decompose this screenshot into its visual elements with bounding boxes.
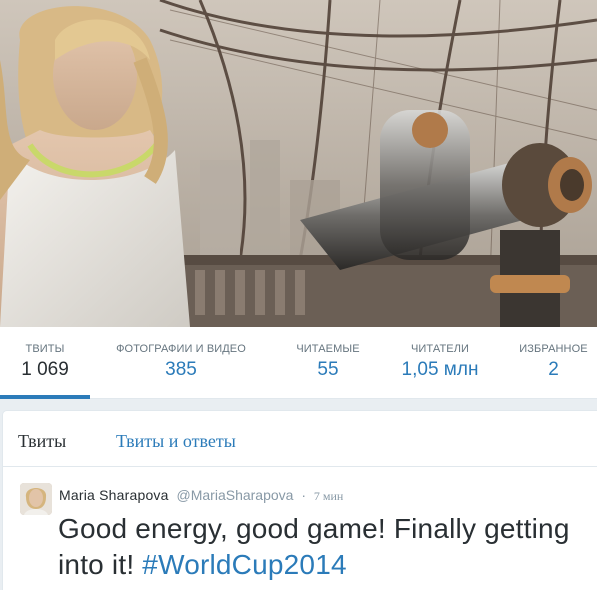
tab-tweets-and-replies[interactable]: Твиты и ответы — [116, 431, 236, 452]
tweet-item[interactable]: Maria Sharapova @MariaSharapova · 7 мин … — [3, 467, 597, 590]
tweet-author-name[interactable]: Maria Sharapova — [59, 487, 169, 503]
avatar[interactable] — [20, 483, 52, 515]
stat-label: ЧИТАЕМЫЕ — [296, 343, 360, 355]
tweet-author-handle[interactable]: @MariaSharapova — [177, 487, 294, 503]
tab-tweets[interactable]: Твиты — [18, 431, 66, 452]
stat-photos-videos[interactable]: ФОТОГРАФИИ И ВИДЕО 385 — [100, 327, 262, 399]
stat-label: ФОТОГРАФИИ И ВИДЕО — [116, 343, 246, 355]
stat-value: 1 069 — [21, 359, 69, 380]
tweet-separator: · — [301, 487, 307, 503]
timeline-card: Твиты Твиты и ответы Maria Sharapova @Ma… — [2, 410, 597, 590]
timeline-tabs: Твиты Твиты и ответы — [3, 411, 597, 467]
tweet-timestamp[interactable]: 7 мин — [314, 489, 343, 503]
stat-following[interactable]: ЧИТАЕМЫЕ 55 — [282, 327, 374, 399]
stat-value: 385 — [165, 359, 197, 380]
tweet-header: Maria Sharapova @MariaSharapova · 7 мин — [59, 487, 343, 504]
stat-value: 55 — [317, 359, 339, 380]
tweet-hashtag[interactable]: #WorldCup2014 — [142, 549, 346, 580]
stat-tweets[interactable]: ТВИТЫ 1 069 — [0, 327, 90, 399]
profile-header-photo — [0, 0, 597, 327]
active-tab-indicator — [0, 395, 90, 399]
stat-label: ТВИТЫ — [25, 343, 65, 355]
profile-stats-bar: ТВИТЫ 1 069 ФОТОГРАФИИ И ВИДЕО 385 ЧИТАЕ… — [0, 327, 597, 399]
stat-label: ЧИТАТЕЛИ — [410, 343, 470, 355]
stat-label: ИЗБРАННОЕ — [519, 343, 588, 355]
stat-value: 2 — [548, 359, 559, 380]
stat-value: 1,05 млн — [401, 359, 479, 380]
stat-favorites[interactable]: ИЗБРАННОЕ 2 — [510, 327, 597, 399]
tweet-text: Good energy, good game! Finally getting … — [58, 511, 578, 583]
stat-followers[interactable]: ЧИТАТЕЛИ 1,05 млн — [394, 327, 486, 399]
